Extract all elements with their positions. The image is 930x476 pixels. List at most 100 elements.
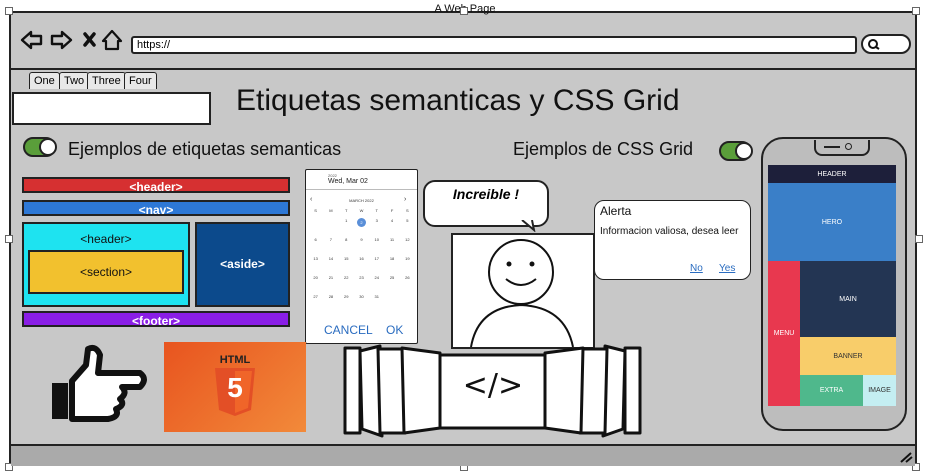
search-box[interactable] xyxy=(861,34,911,54)
semantic-toggle[interactable] xyxy=(23,137,57,157)
back-icon[interactable] xyxy=(20,30,43,50)
resize-handle[interactable] xyxy=(5,235,13,243)
calendar-day[interactable]: 19 xyxy=(400,256,415,275)
forward-icon[interactable] xyxy=(50,30,73,50)
grid-image: IMAGE xyxy=(863,375,896,406)
search-icon xyxy=(868,39,880,50)
phone-screen: HEADER HERO MENU MAIN BANNER EXTRA IMAGE xyxy=(768,165,896,406)
calendar-day[interactable]: 15 xyxy=(339,256,354,275)
weekday-label: T xyxy=(375,208,378,213)
html5-logo: HTML 5 xyxy=(164,342,306,432)
calendar-day[interactable]: 27 xyxy=(308,294,323,313)
grid-banner: BANNER xyxy=(800,337,896,375)
weekday-label: S xyxy=(314,208,317,213)
calendar-day[interactable]: 13 xyxy=(308,256,323,275)
code-symbol: </> xyxy=(462,368,524,403)
close-icon[interactable] xyxy=(83,32,96,47)
tab-panel xyxy=(12,92,211,125)
weekday-label: W xyxy=(359,208,364,213)
weekday-label: M xyxy=(329,208,333,213)
calendar-day[interactable]: 23 xyxy=(354,275,369,294)
section-tag: <section> xyxy=(28,250,184,294)
avatar-image xyxy=(451,233,595,349)
weekday-label: F xyxy=(390,208,394,213)
smiley-icon xyxy=(470,239,574,348)
alert-message: Informacion valiosa, desea leer xyxy=(600,226,739,237)
alert-dialog: Alerta Informacion valiosa, desea leer N… xyxy=(594,200,751,280)
html5-logo-text: HTML xyxy=(219,354,251,366)
tab-two[interactable]: Two xyxy=(59,72,90,89)
calendar-day[interactable]: 5 xyxy=(400,218,415,237)
phone-notch xyxy=(814,140,870,156)
calendar-month: MARCH 2022 xyxy=(349,198,374,203)
nav-icons xyxy=(20,29,123,51)
resize-handle[interactable] xyxy=(460,7,468,15)
tab-four[interactable]: Four xyxy=(124,72,157,89)
calendar-day[interactable]: 14 xyxy=(323,256,338,275)
page-title: Etiquetas semanticas y CSS Grid xyxy=(236,84,680,117)
calendar-day[interactable]: 9 xyxy=(354,237,369,256)
grid-toggle[interactable] xyxy=(719,141,753,161)
calendar-day xyxy=(323,218,338,237)
calendar-day[interactable]: 31 xyxy=(369,294,384,313)
grid-menu: MENU xyxy=(768,261,800,406)
calendar-day xyxy=(384,294,399,313)
calendar-day xyxy=(400,294,415,313)
header-tag: <header> xyxy=(22,177,290,194)
alert-no-button[interactable]: No xyxy=(690,263,703,274)
grid-extra: EXTRA xyxy=(800,375,863,406)
calendar-day[interactable]: 11 xyxy=(384,237,399,256)
calendar-day[interactable]: 30 xyxy=(354,294,369,313)
calendar-day[interactable]: 28 xyxy=(323,294,338,313)
calendar-day[interactable]: 1 xyxy=(339,218,354,237)
calendar-day[interactable]: 21 xyxy=(323,275,338,294)
calendar-day[interactable]: 17 xyxy=(369,256,384,275)
calendar-day[interactable]: 16 xyxy=(354,256,369,275)
calendar-day[interactable]: 25 xyxy=(384,275,399,294)
calendar-ok-button[interactable]: OK xyxy=(386,323,403,337)
calendar-day[interactable]: 20 xyxy=(308,275,323,294)
grid-toggle-label: Ejemplos de CSS Grid xyxy=(513,139,694,159)
calendar-grid: S M T W T F S 1 2 3 4 5 6 7 8 9 10 11 12 13 14 15 16 17 18 19 20 21… xyxy=(308,208,415,313)
footer-tag: <footer> xyxy=(22,311,290,328)
calendar-day[interactable]: 6 xyxy=(308,237,323,256)
inner-header-tag: <header> xyxy=(80,232,132,246)
calendar-day[interactable]: 24 xyxy=(369,275,384,294)
calendar-day xyxy=(308,218,323,237)
resize-grip-icon[interactable] xyxy=(899,451,913,463)
resize-handle[interactable] xyxy=(912,7,920,15)
url-input[interactable]: https:// xyxy=(131,36,857,54)
calendar-day[interactable]: 26 xyxy=(400,275,415,294)
date-picker[interactable]: 2022 Wed, Mar 02 ‹ › MARCH 2022 SMTWTFS1… xyxy=(305,169,418,344)
resize-handle[interactable] xyxy=(5,7,13,15)
calendar-day[interactable]: 22 xyxy=(339,275,354,294)
resize-handle[interactable] xyxy=(915,235,923,243)
calendar-day[interactable]: 18 xyxy=(384,256,399,275)
tab-three[interactable]: Three xyxy=(87,72,126,89)
aside-tag: <aside> xyxy=(195,222,290,307)
weekday-label: S xyxy=(405,208,409,213)
tab-one[interactable]: One xyxy=(29,72,60,89)
calendar-date: Wed, Mar 02 xyxy=(328,178,368,185)
semantic-toggle-label: Ejemplos de etiquetas semanticas xyxy=(68,139,342,159)
weekday-label: T xyxy=(344,208,348,213)
nav-tag: <nav> xyxy=(22,200,290,217)
calendar-cancel-button[interactable]: CANCEL xyxy=(324,323,373,337)
speech-bubble-text: Increible ! xyxy=(452,186,520,202)
status-bar xyxy=(11,444,915,466)
calendar-day[interactable]: 3 xyxy=(369,218,384,237)
grid-header: HEADER xyxy=(768,165,896,183)
bubble-tail xyxy=(521,220,536,232)
calendar-day-selected[interactable]: 2 xyxy=(354,218,369,237)
calendar-day[interactable]: 7 xyxy=(323,237,338,256)
calendar-day[interactable]: 10 xyxy=(369,237,384,256)
html5-number: 5 xyxy=(227,372,243,403)
calendar-day[interactable]: 4 xyxy=(384,218,399,237)
calendar-day[interactable]: 12 xyxy=(400,237,415,256)
alert-yes-button[interactable]: Yes xyxy=(719,263,735,274)
alert-title: Alerta xyxy=(600,204,632,218)
grid-main: MAIN xyxy=(800,261,896,337)
calendar-day[interactable]: 29 xyxy=(339,294,354,313)
home-icon[interactable] xyxy=(101,29,123,51)
calendar-day[interactable]: 8 xyxy=(339,237,354,256)
